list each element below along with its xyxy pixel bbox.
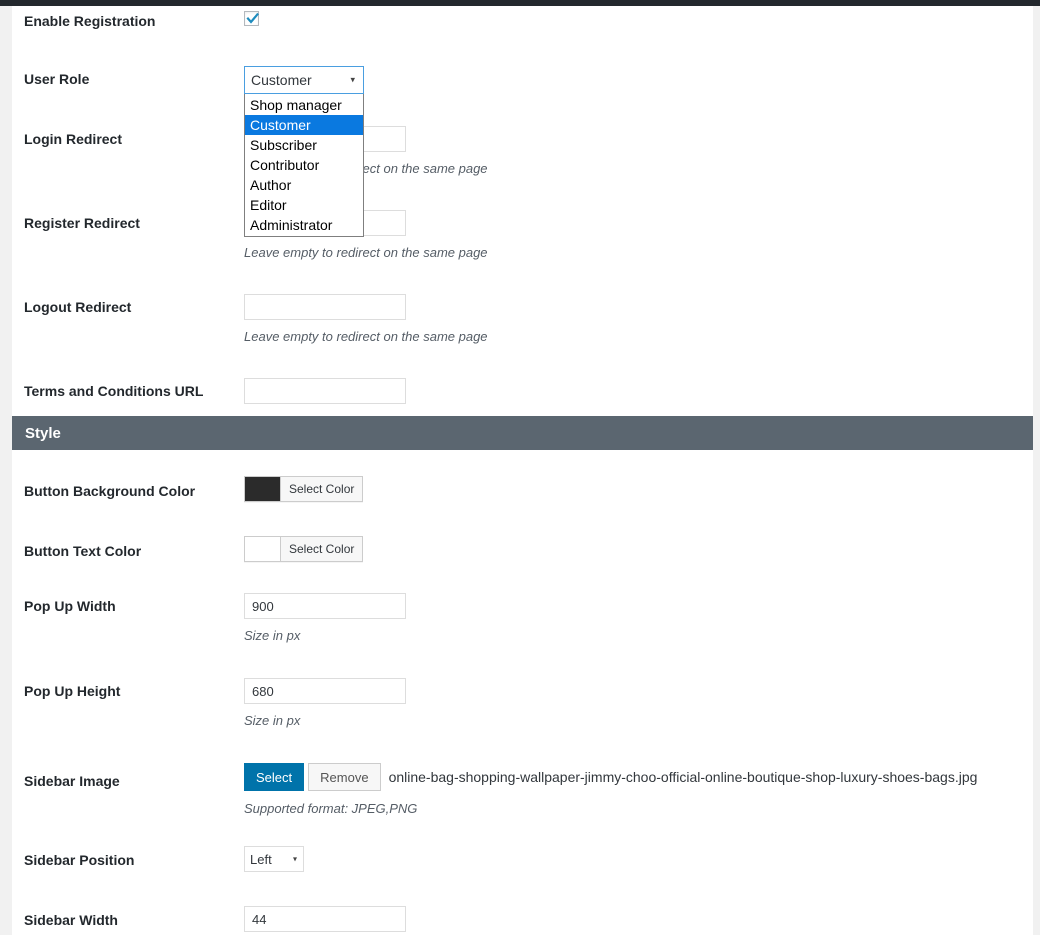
user-role-option-shop-manager[interactable]: Shop manager: [245, 95, 363, 115]
user-role-option-subscriber[interactable]: Subscriber: [245, 135, 363, 155]
sidebar-width-input[interactable]: [244, 906, 406, 932]
popup-width-input[interactable]: [244, 593, 406, 619]
user-role-label: User Role: [24, 71, 90, 87]
admin-menu-strip[interactable]: [0, 6, 12, 935]
chevron-down-icon: ▾: [292, 854, 297, 864]
admin-settings-page: Enable Registration User Role Customer ▾…: [0, 0, 1040, 935]
chevron-down-icon: ▾: [350, 74, 355, 85]
button-background-color-swatch[interactable]: [245, 477, 281, 501]
checkmark-icon: [246, 12, 259, 24]
button-background-select-color-button[interactable]: Select Color: [281, 477, 363, 501]
button-text-color-label: Button Text Color: [24, 543, 142, 559]
button-text-select-color-button[interactable]: Select Color: [281, 537, 363, 561]
login-redirect-label: Login Redirect: [24, 131, 123, 147]
settings-form: Enable Registration User Role Customer ▾…: [12, 6, 1033, 935]
popup-height-label: Pop Up Height: [24, 683, 121, 699]
page-right-gutter: [1033, 6, 1040, 935]
section-header-style: Style: [12, 416, 1033, 450]
enable-registration-label: Enable Registration: [24, 13, 156, 29]
sidebar-image-hint: Supported format: JPEG,PNG: [244, 801, 418, 816]
user-role-select-value: Customer: [251, 72, 312, 88]
terms-url-input[interactable]: [244, 378, 406, 404]
popup-height-hint: Size in px: [244, 713, 301, 728]
enable-registration-checkbox[interactable]: [244, 11, 259, 26]
popup-height-input[interactable]: [244, 678, 406, 704]
button-text-color-swatch[interactable]: [245, 537, 281, 561]
sidebar-width-label: Sidebar Width: [24, 912, 118, 928]
popup-width-label: Pop Up Width: [24, 598, 116, 614]
user-role-select[interactable]: Customer ▾ Shop manager Customer Subscri…: [244, 66, 364, 237]
terms-url-label: Terms and Conditions URL: [24, 383, 204, 399]
user-role-option-administrator[interactable]: Administrator: [245, 215, 363, 235]
register-redirect-hint: Leave empty to redirect on the same page: [244, 245, 488, 260]
sidebar-position-select[interactable]: Left ▾: [244, 846, 304, 872]
logout-redirect-hint: Leave empty to redirect on the same page: [244, 329, 488, 344]
sidebar-image-filename: online-bag-shopping-wallpaper-jimmy-choo…: [388, 769, 978, 785]
button-text-color-picker[interactable]: Select Color: [244, 536, 364, 562]
section-title-style: Style: [25, 424, 61, 442]
sidebar-image-label: Sidebar Image: [24, 773, 120, 789]
sidebar-position-value: Left: [250, 851, 272, 867]
user-role-option-contributor[interactable]: Contributor: [245, 155, 363, 175]
user-role-option-list[interactable]: Shop manager Customer Subscriber Contrib…: [244, 94, 364, 237]
logout-redirect-input[interactable]: [244, 294, 406, 320]
register-redirect-label: Register Redirect: [24, 215, 140, 231]
user-role-option-editor[interactable]: Editor: [245, 195, 363, 215]
sidebar-image-select-button[interactable]: Select: [244, 763, 305, 791]
popup-width-hint: Size in px: [244, 628, 301, 643]
logout-redirect-label: Logout Redirect: [24, 299, 132, 315]
sidebar-image-remove-button[interactable]: Remove: [308, 763, 381, 791]
user-role-select-button[interactable]: Customer ▾: [244, 66, 364, 94]
sidebar-position-label: Sidebar Position: [24, 852, 135, 868]
user-role-option-customer[interactable]: Customer: [245, 115, 363, 135]
user-role-option-author[interactable]: Author: [245, 175, 363, 195]
button-background-color-label: Button Background Color: [24, 483, 196, 499]
button-background-color-picker[interactable]: Select Color: [244, 476, 364, 502]
